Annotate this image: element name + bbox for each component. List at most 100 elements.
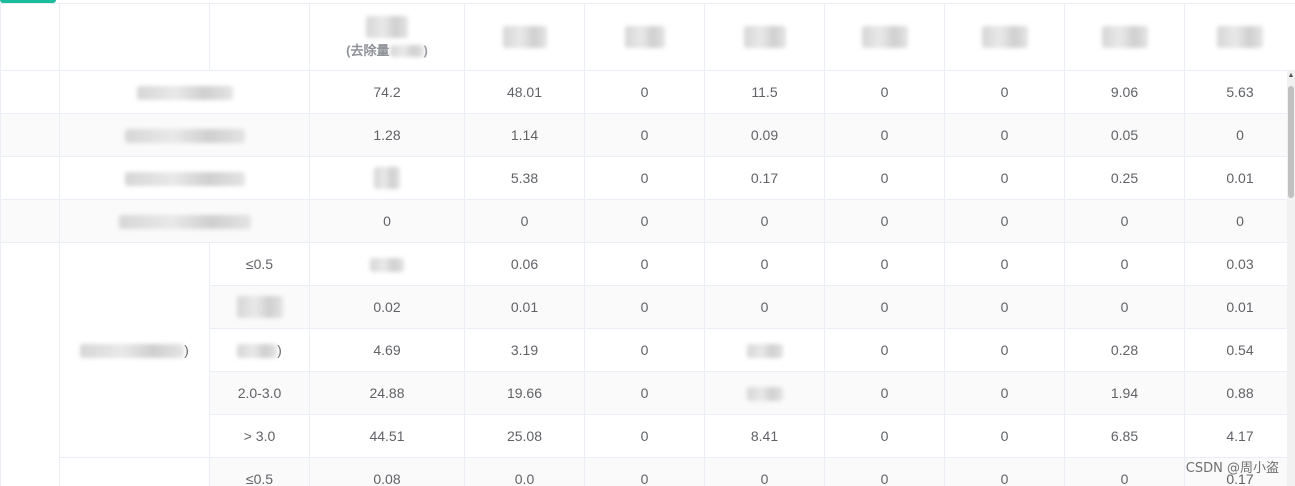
value-cell: 6.85	[1064, 414, 1185, 458]
row-label-cell	[59, 156, 310, 200]
value-cell: 0.03	[1184, 242, 1295, 286]
header-cell-col8[interactable]	[824, 3, 945, 71]
sub-label-cell: ≤0.5	[209, 457, 310, 486]
row-label-cell	[59, 113, 310, 157]
value-cell: 0	[944, 414, 1065, 458]
value-cell: 0	[704, 457, 825, 486]
value-cell: 11.5	[704, 70, 825, 114]
value-cell: 24.88	[309, 371, 465, 415]
value-cell: 0	[824, 156, 945, 200]
value-cell: 4.17	[1184, 414, 1295, 458]
header-cell-col9[interactable]	[944, 3, 1065, 71]
header-col4-close: )	[423, 42, 428, 58]
value-cell: 0	[944, 113, 1065, 157]
value-cell: 1.94	[1064, 371, 1185, 415]
value-cell: 0	[824, 199, 945, 243]
scroll-up-arrow-icon[interactable]: ▲	[1287, 70, 1295, 82]
value-cell: 0	[824, 242, 945, 286]
table-row: 74.2 48.01 0 11.5 0 0 9.06 5.63	[0, 70, 1295, 114]
value-cell: 19.66	[464, 371, 585, 415]
value-cell: 0	[1184, 199, 1295, 243]
value-cell: 0.08	[309, 457, 465, 486]
sub-label-cell: 2.0-3.0	[209, 371, 310, 415]
value-cell: 0	[944, 371, 1065, 415]
value-cell: 48.01	[464, 70, 585, 114]
sub-label-cell: > 3.0	[209, 414, 310, 458]
table-viewport: (去除量) 74.2 48.01 0 11.5 0 0 9.06 5.63 1.…	[0, 0, 1295, 486]
value-cell: 0	[1064, 242, 1185, 286]
value-cell: 0	[584, 328, 705, 372]
row-index-cell	[0, 70, 60, 114]
table-row: 0 0 0 0 0 0 0 0	[0, 199, 1295, 243]
row-label-cell	[59, 70, 310, 114]
value-cell-redacted	[309, 242, 465, 286]
value-cell: 74.2	[309, 70, 465, 114]
value-cell: 0	[1064, 457, 1185, 486]
value-cell: 1.14	[464, 113, 585, 157]
value-cell: 0.28	[1064, 328, 1185, 372]
row-index-cell	[0, 113, 60, 157]
table-header-row: (去除量)	[0, 3, 1295, 71]
header-cell-col11[interactable]	[1184, 3, 1295, 71]
value-cell: 0.17	[704, 156, 825, 200]
header-cell-empty-1	[0, 3, 60, 71]
value-cell: 8.41	[704, 414, 825, 458]
value-cell: 0.09	[704, 113, 825, 157]
value-cell: 0.05	[1064, 113, 1185, 157]
value-cell-redacted	[309, 156, 465, 200]
value-cell: 0	[584, 199, 705, 243]
header-col4-line2: (去除量	[346, 42, 390, 58]
value-cell: 0	[944, 285, 1065, 329]
value-cell: 0	[944, 457, 1065, 486]
value-cell: 0	[584, 414, 705, 458]
value-cell: 0	[944, 156, 1065, 200]
value-cell: 0	[704, 242, 825, 286]
value-cell: 0	[824, 328, 945, 372]
value-cell: 0.25	[1064, 156, 1185, 200]
value-cell: 0	[944, 70, 1065, 114]
header-cell-col5[interactable]	[464, 3, 585, 71]
value-cell: 9.06	[1064, 70, 1185, 114]
value-cell: 25.08	[464, 414, 585, 458]
value-cell: 0	[704, 199, 825, 243]
value-cell: 0	[704, 285, 825, 329]
value-cell: 0	[584, 113, 705, 157]
value-cell: 0	[584, 285, 705, 329]
value-cell: 0	[584, 242, 705, 286]
value-cell: 0	[824, 113, 945, 157]
row-index-cell	[0, 156, 60, 200]
value-cell: 5.63	[1184, 70, 1295, 114]
value-cell: 0	[944, 328, 1065, 372]
value-cell-redacted	[704, 328, 825, 372]
value-cell: 0.0	[464, 457, 585, 486]
value-cell: 5.38	[464, 156, 585, 200]
header-cell-col10[interactable]	[1064, 3, 1185, 71]
header-cell-empty-2	[59, 3, 210, 71]
group-label-cell-next	[59, 457, 210, 486]
row-index-cell	[0, 199, 60, 243]
table-row: ) ≤0.5 0.06 0 0 0 0 0 0.03	[0, 242, 1295, 486]
table-row: 1.28 1.14 0 0.09 0 0 0.05 0	[0, 113, 1295, 157]
value-cell: 0.54	[1184, 328, 1295, 372]
value-cell: 0	[944, 199, 1065, 243]
value-cell: 0	[824, 70, 945, 114]
value-cell: 0	[1184, 113, 1295, 157]
value-cell: 1.28	[309, 113, 465, 157]
value-cell: 0	[584, 371, 705, 415]
sub-label-cell: ≤0.5	[209, 242, 310, 286]
header-cell-col7[interactable]	[704, 3, 825, 71]
header-cell-col4[interactable]: (去除量)	[309, 3, 465, 71]
value-cell: 0.02	[309, 285, 465, 329]
row-index-cell	[0, 242, 60, 486]
value-cell: 44.51	[309, 414, 465, 458]
value-cell: 0.01	[1184, 156, 1295, 200]
value-cell: 0	[309, 199, 465, 243]
header-cell-empty-3	[209, 3, 310, 71]
value-cell: 0	[944, 242, 1065, 286]
scrollbar-thumb[interactable]	[1288, 86, 1294, 198]
value-cell: 0.06	[464, 242, 585, 286]
value-cell: 0.01	[1184, 285, 1295, 329]
value-cell: 0	[584, 156, 705, 200]
header-cell-col6[interactable]	[584, 3, 705, 71]
value-cell: 0.01	[464, 285, 585, 329]
